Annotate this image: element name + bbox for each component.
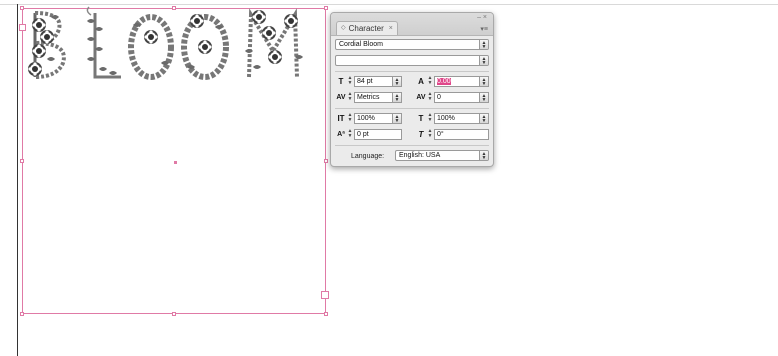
horizontal-scale-stepper[interactable]: ▲ ▼ bbox=[427, 113, 433, 124]
font-size-icon: T bbox=[338, 77, 344, 86]
font-family-value: Cordial Bloom bbox=[339, 41, 383, 48]
character-panel: ◇ Character × – × ▾≡ Cordial Bloom ▲ ▼ ▲ ▼… bbox=[330, 12, 494, 167]
kerning-menu-icon[interactable]: ▲ ▼ bbox=[392, 93, 401, 103]
font-style-dropdown[interactable]: ▲ ▼ bbox=[335, 55, 489, 66]
font-size-field[interactable]: 84 pt ▲ ▼ bbox=[354, 76, 402, 87]
vertical-scale-field[interactable]: 100% ▲ ▼ bbox=[354, 113, 402, 124]
tab-character[interactable]: ◇ Character × bbox=[336, 21, 398, 35]
window-controls-icon[interactable]: – × bbox=[477, 14, 487, 21]
font-size-menu-icon[interactable]: ▲ ▼ bbox=[392, 77, 401, 87]
skew-value: 0° bbox=[437, 131, 444, 138]
tracking-field[interactable]: 0 ▲ ▼ bbox=[434, 92, 489, 103]
vertical-scale-stepper[interactable]: ▲ ▼ bbox=[347, 113, 353, 124]
leading-value: 0.00 bbox=[437, 78, 451, 85]
baseline-shift-stepper[interactable]: ▲ ▼ bbox=[347, 129, 353, 140]
skew-field[interactable]: 0° bbox=[434, 129, 489, 140]
baseline-shift-field[interactable]: 0 pt bbox=[354, 129, 402, 140]
kerning-stepper[interactable]: ▲ ▼ bbox=[347, 92, 353, 103]
handle-middle-right[interactable] bbox=[324, 159, 328, 163]
leading-icon: A bbox=[418, 77, 424, 86]
tracking-icon: AV bbox=[416, 94, 426, 101]
tab-close-icon[interactable]: × bbox=[389, 22, 393, 35]
panel-icon: ◇ bbox=[341, 25, 346, 31]
tracking-stepper[interactable]: ▲ ▼ bbox=[427, 92, 433, 103]
handle-middle-left[interactable] bbox=[20, 159, 24, 163]
vertical-scale-value: 100% bbox=[357, 115, 375, 122]
frame-out-port[interactable] bbox=[321, 291, 329, 299]
handle-bottom-left[interactable] bbox=[20, 312, 24, 316]
page-left-edge bbox=[17, 4, 18, 356]
separator bbox=[335, 71, 489, 72]
skew-icon: T bbox=[418, 130, 424, 139]
language-dropdown[interactable]: English: USA ▲ ▼ bbox=[395, 150, 489, 161]
panel-menu-icon[interactable]: ▾≡ bbox=[480, 25, 488, 33]
panel-header[interactable]: ◇ Character × – × ▾≡ bbox=[331, 13, 493, 36]
leading-menu-icon[interactable]: ▲ ▼ bbox=[479, 77, 488, 87]
handle-top-left[interactable] bbox=[20, 6, 24, 10]
handle-bottom-middle[interactable] bbox=[172, 312, 176, 316]
tab-character-label: Character bbox=[348, 24, 384, 33]
font-style-arrows-icon[interactable]: ▲ ▼ bbox=[479, 56, 488, 65]
kerning-value: Metrics bbox=[357, 94, 380, 101]
language-label: Language: bbox=[351, 153, 385, 160]
baseline-shift-value: 0 pt bbox=[357, 131, 369, 138]
skew-stepper[interactable]: ▲ ▼ bbox=[427, 129, 433, 140]
vertical-scale-icon: IT bbox=[337, 114, 345, 123]
horizontal-scale-field[interactable]: 100% ▲ ▼ bbox=[434, 113, 489, 124]
separator bbox=[335, 108, 489, 109]
kerning-icon: AV bbox=[336, 94, 346, 101]
tracking-value: 0 bbox=[437, 94, 441, 101]
separator bbox=[335, 145, 489, 146]
page-top-edge bbox=[0, 4, 778, 5]
kerning-field[interactable]: Metrics ▲ ▼ bbox=[354, 92, 402, 103]
language-value: English: USA bbox=[399, 152, 441, 159]
text-frame[interactable] bbox=[19, 6, 329, 316]
font-family-arrows-icon[interactable]: ▲ ▼ bbox=[479, 40, 488, 49]
handle-bottom-right[interactable] bbox=[324, 312, 328, 316]
font-size-value: 84 pt bbox=[357, 78, 373, 85]
leading-stepper[interactable]: ▲ ▼ bbox=[427, 76, 433, 87]
horizontal-scale-menu-icon[interactable]: ▲ ▼ bbox=[479, 114, 488, 124]
horizontal-scale-value: 100% bbox=[437, 115, 455, 122]
horizontal-scale-icon: T bbox=[418, 114, 424, 123]
font-family-dropdown[interactable]: Cordial Bloom ▲ ▼ bbox=[335, 39, 489, 50]
tracking-menu-icon[interactable]: ▲ ▼ bbox=[479, 93, 488, 103]
font-size-stepper[interactable]: ▲ ▼ bbox=[347, 76, 353, 87]
vertical-scale-menu-icon[interactable]: ▲ ▼ bbox=[392, 114, 401, 124]
bloom-floral-text bbox=[28, 6, 303, 80]
language-arrows-icon[interactable]: ▲ ▼ bbox=[479, 151, 488, 160]
frame-center-point bbox=[174, 161, 177, 164]
baseline-shift-icon: Aª bbox=[337, 131, 345, 138]
leading-field[interactable]: 0.00 ▲ ▼ bbox=[434, 76, 489, 87]
